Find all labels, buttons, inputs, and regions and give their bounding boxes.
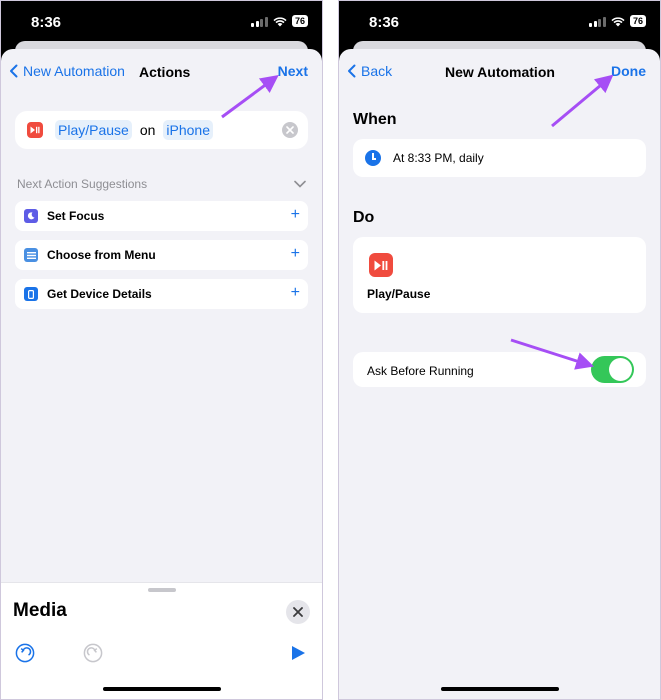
- media-panel: Media: [1, 582, 322, 699]
- back-button[interactable]: Back: [347, 63, 392, 79]
- menu-icon: [24, 248, 38, 262]
- add-icon[interactable]: +: [291, 285, 300, 301]
- status-bar: 8:36 76: [339, 1, 660, 41]
- action-connector: on: [139, 122, 156, 138]
- suggestions-title: Next Action Suggestions: [17, 177, 148, 191]
- clock-icon: [365, 150, 381, 166]
- play-icon: [292, 646, 305, 660]
- media-title: Media: [13, 600, 67, 621]
- back-button[interactable]: New Automation: [9, 63, 125, 79]
- status-time: 8:36: [369, 14, 400, 31]
- page-title: Actions: [139, 64, 191, 80]
- left-phone-screen: 8:36 76 New Automation Actions Next Play…: [0, 0, 323, 700]
- battery-icon: 76: [629, 15, 646, 27]
- add-icon[interactable]: +: [291, 207, 300, 223]
- signal-icon: [251, 16, 268, 27]
- run-button[interactable]: [290, 645, 306, 666]
- suggestion-set-focus[interactable]: Set Focus +: [15, 201, 308, 231]
- next-button[interactable]: Next: [278, 63, 308, 79]
- suggestion-choose-from-menu[interactable]: Choose from Menu +: [15, 240, 308, 270]
- back-label: New Automation: [23, 63, 125, 79]
- phone-icon: [24, 287, 38, 301]
- chevron-down-icon: [294, 180, 306, 188]
- status-bar: 8:36 76: [1, 1, 322, 41]
- device-token[interactable]: iPhone: [163, 120, 213, 140]
- wifi-icon: [611, 16, 625, 26]
- status-time: 8:36: [31, 14, 62, 31]
- when-card[interactable]: At 8:33 PM, daily: [353, 139, 646, 177]
- do-action-card[interactable]: Play/Pause: [353, 237, 646, 313]
- right-phone-screen: 8:36 76 Back New Automation Done When At…: [338, 0, 661, 700]
- close-icon: [293, 607, 303, 617]
- new-automation-sheet: Back New Automation Done When At 8:33 PM…: [339, 49, 660, 699]
- battery-icon: 76: [291, 15, 308, 27]
- suggestions-header[interactable]: Next Action Suggestions: [17, 177, 306, 191]
- signal-icon: [589, 16, 606, 27]
- suggestion-label: Choose from Menu: [47, 248, 156, 262]
- do-title: Do: [353, 209, 375, 226]
- play-pause-icon: [27, 122, 43, 138]
- chevron-left-icon: [10, 64, 18, 78]
- when-title: When: [353, 111, 397, 128]
- play-pause-icon: [369, 253, 393, 277]
- close-button[interactable]: [286, 600, 310, 624]
- back-label: Back: [361, 63, 393, 79]
- wifi-icon: [273, 16, 287, 26]
- undo-button[interactable]: [15, 643, 35, 668]
- action-card[interactable]: Play/Pause on iPhone: [15, 111, 308, 149]
- done-button[interactable]: Done: [611, 63, 646, 79]
- nav-bar: Back New Automation Done: [339, 49, 660, 95]
- add-icon[interactable]: +: [291, 246, 300, 262]
- do-action-label: Play/Pause: [367, 287, 431, 301]
- redo-button[interactable]: [83, 643, 103, 668]
- ask-before-running-label: Ask Before Running: [367, 364, 474, 378]
- ask-before-running-toggle[interactable]: [591, 356, 634, 383]
- home-indicator: [102, 687, 221, 691]
- clear-icon[interactable]: [282, 122, 298, 138]
- trigger-label: At 8:33 PM, daily: [393, 151, 484, 165]
- ask-before-running-row: Ask Before Running: [353, 352, 646, 387]
- drag-handle[interactable]: [147, 588, 176, 592]
- suggestion-label: Set Focus: [47, 209, 105, 223]
- page-title: New Automation: [445, 64, 555, 80]
- redo-icon: [83, 643, 103, 663]
- toggle-knob: [609, 358, 632, 381]
- home-indicator: [440, 687, 559, 691]
- undo-icon: [15, 643, 35, 663]
- nav-bar: New Automation Actions Next: [1, 49, 322, 95]
- moon-icon: [24, 209, 38, 223]
- chevron-left-icon: [348, 64, 356, 78]
- suggestion-get-device-details[interactable]: Get Device Details +: [15, 279, 308, 309]
- action-name-token[interactable]: Play/Pause: [55, 120, 132, 140]
- actions-sheet: New Automation Actions Next Play/Pause o…: [1, 49, 322, 699]
- suggestion-label: Get Device Details: [47, 287, 152, 301]
